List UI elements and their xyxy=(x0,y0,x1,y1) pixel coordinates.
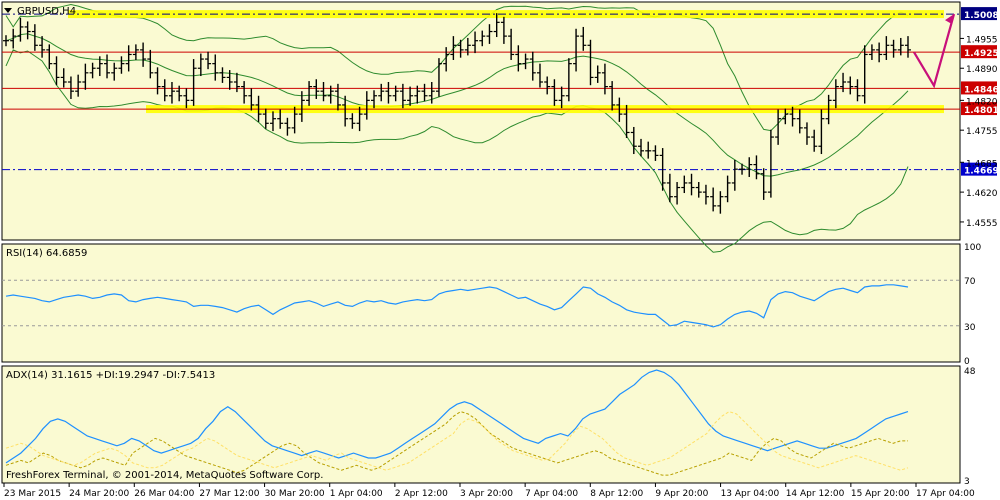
time-axis-label: 15 Apr 20:00 xyxy=(851,489,910,499)
time-axis-label: 1 Apr 04:00 xyxy=(330,489,383,499)
time-axis-label: 7 Apr 04:00 xyxy=(525,489,578,499)
time-axis-label: 14 Apr 12:00 xyxy=(786,489,845,499)
price-level-value-0: 1.5008 xyxy=(964,11,999,21)
price-axis-label: 1.4555 xyxy=(966,219,998,229)
price-axis-label: 1.4955 xyxy=(966,35,998,45)
adx-axis-label: 3 xyxy=(964,477,970,487)
trading-terminal: 1.50081.49251.48461.48011.4669 1.49551.4… xyxy=(0,0,1000,500)
price-axis-label: 1.4820 xyxy=(966,97,998,107)
adx-title: ADX(14) 31.1615 +DI:19.2947 -DI:7.5413 xyxy=(6,370,215,381)
time-axis-label: 13 Apr 04:00 xyxy=(721,489,780,499)
time-axis-label: 27 Mar 12:00 xyxy=(199,489,259,499)
price-axis-label: 1.4755 xyxy=(966,127,998,137)
rsi-axis-label: 0 xyxy=(964,357,970,367)
symbol-title: GBPUSD,H4 xyxy=(17,6,76,17)
price-axis-label: 1.4890 xyxy=(966,65,998,75)
time-axis-label: 2 Apr 12:00 xyxy=(395,489,448,499)
adx-axis-label: 48 xyxy=(964,367,976,377)
price-level-value-2: 1.4846 xyxy=(964,85,999,95)
rsi-axis-label: 30 xyxy=(964,323,976,333)
time-axis-label: 26 Mar 04:00 xyxy=(134,489,194,499)
time-axis-label: 3 Apr 20:00 xyxy=(460,489,513,499)
time-axis-label: 9 Apr 20:00 xyxy=(655,489,708,499)
time-axis-label: 17 Apr 04:00 xyxy=(916,489,975,499)
time-axis-label: 23 Mar 2015 xyxy=(4,489,61,499)
time-axis-label: 8 Apr 12:00 xyxy=(590,489,643,499)
price-axis-label: 1.4685 xyxy=(966,159,998,169)
rsi-axis-label: 70 xyxy=(964,277,976,287)
copyright-text: FreshForex Terminal, © 2001-2014, MetaQu… xyxy=(6,470,323,481)
price-level-value-1: 1.4925 xyxy=(964,49,999,59)
rsi-axis-label: 100 xyxy=(964,243,981,253)
rsi-title: RSI(14) 64.6859 xyxy=(6,248,87,259)
time-axis-label: 24 Mar 20:00 xyxy=(69,489,129,499)
price-axis-label: 1.4620 xyxy=(966,189,998,199)
price-level-value-3: 1.4801 xyxy=(964,106,999,116)
time-axis-label: 30 Mar 20:00 xyxy=(265,489,325,499)
